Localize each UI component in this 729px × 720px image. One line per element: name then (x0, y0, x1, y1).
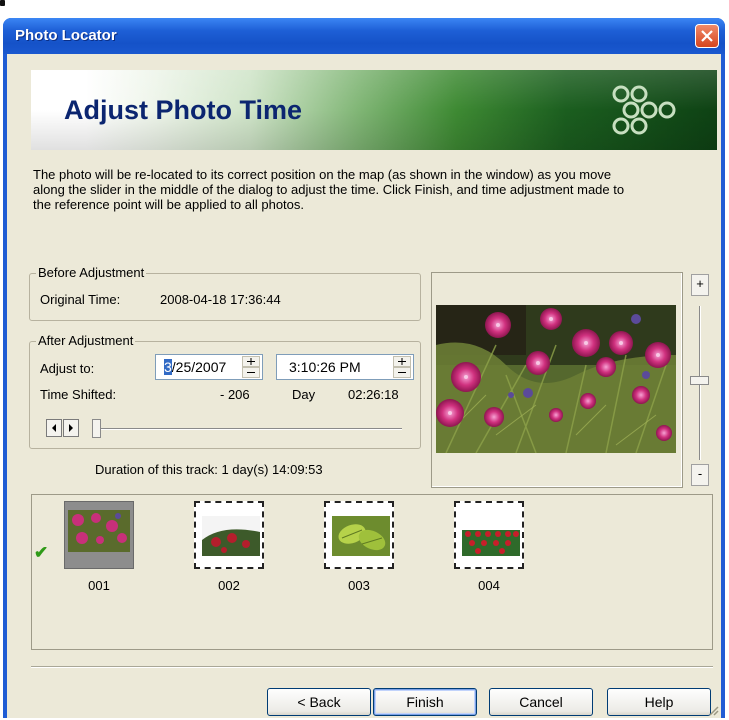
dialog-window: Photo Locator Adjust Photo Time The phot… (3, 18, 725, 718)
thumbnail-image (332, 516, 390, 556)
thumbnail-image (462, 516, 520, 556)
description-line: The photo will be re-located to its corr… (33, 167, 612, 182)
step-forward-button[interactable] (63, 419, 79, 437)
thumbnail-strip: ✔ 001 002 003 004 (31, 494, 713, 650)
thumbnail-label: 001 (88, 578, 110, 593)
photo-preview-image (436, 305, 676, 453)
time-shifted-unit: Day (292, 387, 316, 402)
help-button[interactable]: Help (607, 688, 711, 716)
date-month-selected: 3 (164, 359, 172, 375)
description-line: along the slider in the middle of the di… (33, 182, 625, 197)
checkmark-icon: ✔ (34, 543, 49, 562)
time-shifted-days: - 206 (220, 387, 250, 402)
before-adjustment-legend: Before Adjustment (36, 265, 147, 280)
original-time-value: 2008-04-18 17:36:44 (160, 292, 281, 307)
after-adjustment-group: After Adjustment Adjust to: 3/25/2007 3:… (29, 333, 421, 449)
plus-icon (398, 358, 406, 365)
description-text: The photo will be re-located to its corr… (33, 167, 723, 212)
cancel-button[interactable]: Cancel (489, 688, 593, 716)
thumbnail-image (202, 516, 260, 556)
back-button[interactable]: < Back (267, 688, 371, 716)
minus-icon (398, 372, 406, 373)
button-separator (31, 666, 713, 668)
time-shifted-time: 02:26:18 (348, 387, 399, 402)
thumbnail-label: 004 (478, 578, 500, 593)
thumbnail-label: 003 (348, 578, 370, 593)
before-adjustment-group: Before Adjustment Original Time: 2008-04… (29, 265, 421, 321)
time-value[interactable]: 3:10:26 PM (289, 359, 361, 375)
finish-button[interactable]: Finish (373, 688, 477, 716)
resize-grip-icon[interactable] (707, 704, 719, 716)
zoom-slider-thumb[interactable] (690, 375, 709, 385)
adjust-to-label: Adjust to: (40, 361, 95, 376)
zoom-out-button[interactable]: - (691, 464, 709, 486)
triangle-left-icon (52, 424, 56, 432)
after-adjustment-legend: After Adjustment (36, 333, 136, 348)
description-line: the reference point will be applied to a… (33, 197, 305, 212)
close-button[interactable] (695, 24, 719, 48)
thumbnail-frame[interactable] (194, 501, 264, 569)
time-shifted-label: Time Shifted: (40, 387, 117, 402)
thumbnail-image (68, 510, 130, 552)
thumbnail-frame[interactable] (454, 501, 524, 569)
time-slider-track[interactable] (92, 428, 402, 430)
triangle-right-icon (69, 424, 73, 432)
track-duration-text: Duration of this track: 1 day(s) 14:09:5… (95, 462, 323, 477)
time-spinner[interactable]: 3:10:26 PM (276, 354, 414, 380)
date-spin-down-button[interactable] (242, 367, 260, 378)
header-banner: Adjust Photo Time (31, 70, 717, 150)
title-bar[interactable]: Photo Locator (3, 18, 725, 54)
date-rest: /25/2007 (171, 359, 227, 375)
molecule-logo-icon (612, 85, 676, 135)
date-value[interactable]: 3/25/2007 (164, 359, 226, 375)
date-spin-up-button[interactable] (242, 356, 260, 367)
plus-icon (247, 358, 255, 365)
zoom-in-button[interactable]: + (691, 274, 709, 296)
thumbnail-label: 002 (218, 578, 240, 593)
time-slider-thumb[interactable] (92, 419, 101, 438)
close-icon (701, 30, 713, 42)
minus-icon (247, 372, 255, 373)
time-spin-buttons (393, 356, 411, 378)
corner-artifact (0, 0, 5, 6)
banner-title: Adjust Photo Time (64, 95, 303, 125)
thumbnail-frame-selected[interactable] (64, 501, 134, 569)
time-spin-up-button[interactable] (393, 356, 411, 367)
photo-preview-panel (431, 272, 683, 488)
original-time-label: Original Time: (40, 292, 121, 307)
date-spinner[interactable]: 3/25/2007 (155, 354, 263, 380)
thumbnail-frame[interactable] (324, 501, 394, 569)
time-spin-down-button[interactable] (393, 367, 411, 378)
window-title: Photo Locator (15, 27, 117, 44)
date-spin-buttons (242, 356, 260, 378)
step-back-button[interactable] (46, 419, 62, 437)
dialog-body: Adjust Photo Time The photo will be re-l… (7, 54, 721, 718)
